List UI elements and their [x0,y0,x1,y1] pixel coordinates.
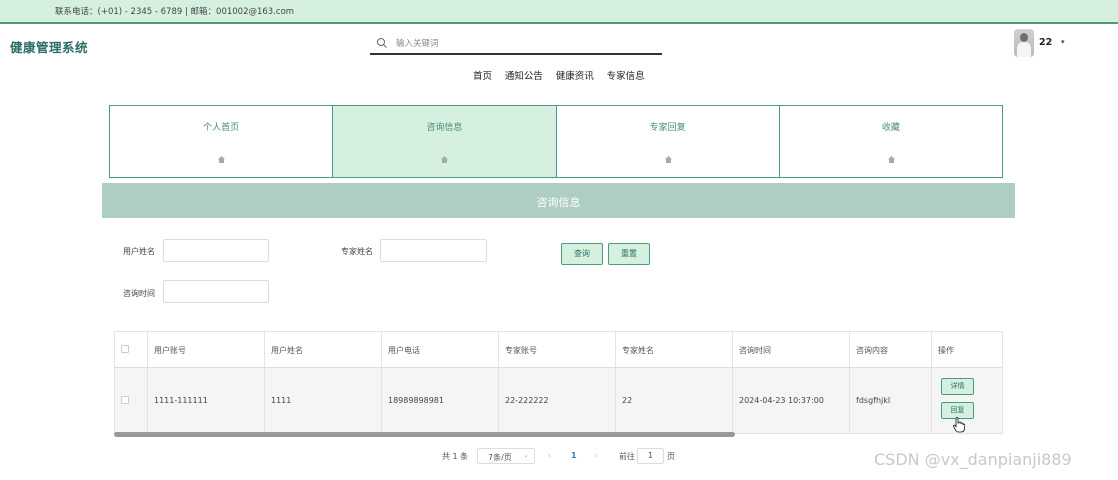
consult-time-filter-input[interactable] [163,280,269,303]
col-header-content: 咨询内容 [856,346,888,355]
avatar[interactable] [1014,29,1034,57]
next-page-button[interactable]: › [594,451,597,460]
goto-page-input[interactable]: 1 [637,448,664,464]
reset-button[interactable]: 重置 [608,243,650,265]
col-header-user-name: 用户姓名 [271,346,303,355]
tab-personal-home[interactable]: 个人首页 [110,106,334,177]
horizontal-scrollbar[interactable] [114,432,735,437]
cell-consult-time: 2024-04-23 10:37:00 [739,396,824,405]
tab-expert-reply[interactable]: 专家回复 [557,106,780,177]
tab-label: 专家回复 [649,123,686,133]
search-bar [370,34,662,55]
nav-item-health-news[interactable]: 健康资讯 [556,71,594,82]
top-contact-bar: 联系电话：(+01) - 2345 - 6789 | 邮箱：001002@163… [0,0,1118,24]
search-input[interactable] [396,36,646,51]
nav-item-home[interactable]: 首页 [473,71,492,82]
home-icon [887,156,895,163]
tab-favorites[interactable]: 收藏 [780,106,1002,177]
cursor-hand-icon [953,417,965,433]
tab-label: 个人首页 [203,123,240,133]
cell-user-name: 1111 [271,396,292,405]
section-banner: 咨询信息 [102,183,1015,218]
page-unit-label: 页 [667,452,675,461]
page-title: 咨询信息 [536,196,581,209]
user-name-filter-input[interactable] [163,239,269,262]
expert-name-filter-input[interactable] [380,239,487,262]
col-header-user-account: 用户账号 [154,346,186,355]
col-header-user-phone: 用户电话 [388,346,420,355]
user-center-tabs: 个人首页 咨询信息 专家回复 收藏 [109,105,1003,178]
home-icon [441,156,449,163]
cell-expert-name: 22 [622,396,633,405]
select-all-checkbox[interactable] [121,345,129,353]
consult-table: 用户账号 用户姓名 用户电话 专家账号 专家姓名 咨询时间 咨询内容 操作 11… [114,331,1003,434]
tab-label: 收藏 [881,123,900,133]
tab-label: 咨询信息 [426,123,463,133]
query-button[interactable]: 查询 [561,243,603,265]
table-row: 1111-111111 1111 18989898981 22-222222 2… [115,368,1002,433]
nav-item-experts[interactable]: 专家信息 [607,71,645,82]
user-name-filter-label: 用户姓名 [123,247,155,256]
home-icon [218,156,226,163]
cell-user-phone: 18989898981 [388,396,444,405]
goto-label: 前往 [619,452,635,461]
user-name[interactable]: 22 [1039,37,1052,48]
col-header-expert-name: 专家姓名 [622,346,654,355]
cell-content: fdsgfhjkl [856,396,891,405]
page-number-current[interactable]: 1 [571,451,577,460]
chevron-down-icon: ⌄ [523,451,529,459]
home-icon [664,156,672,163]
col-header-actions: 操作 [938,346,954,355]
page-size-value: 7条/页 [488,453,512,462]
cell-expert-account: 22-222222 [505,396,549,405]
contact-info: 联系电话：(+01) - 2345 - 6789 | 邮箱：001002@163… [55,7,295,17]
table-header: 用户账号 用户姓名 用户电话 专家账号 专家姓名 咨询时间 咨询内容 操作 [115,332,1002,368]
cell-user-account: 1111-111111 [154,396,208,405]
prev-page-button[interactable]: ‹ [548,451,551,460]
watermark: CSDN @vx_danpianji889 [874,450,1072,469]
page-size-select[interactable]: 7条/页 ⌄ [477,448,535,464]
chevron-down-icon[interactable]: ▾ [1061,38,1065,46]
tab-consult-info[interactable]: 咨询信息 [333,106,557,177]
row-checkbox[interactable] [121,396,129,404]
search-icon[interactable] [376,37,388,49]
site-logo[interactable]: 健康管理系统 [10,37,88,56]
expert-name-filter-label: 专家姓名 [341,247,373,256]
col-header-consult-time: 咨询时间 [739,346,771,355]
col-header-expert-account: 专家账号 [505,346,537,355]
total-count: 共 1 条 [442,452,469,461]
consult-time-filter-label: 咨询时间 [123,289,155,298]
detail-button[interactable]: 详情 [941,378,974,395]
nav-item-notices[interactable]: 通知公告 [505,71,543,82]
